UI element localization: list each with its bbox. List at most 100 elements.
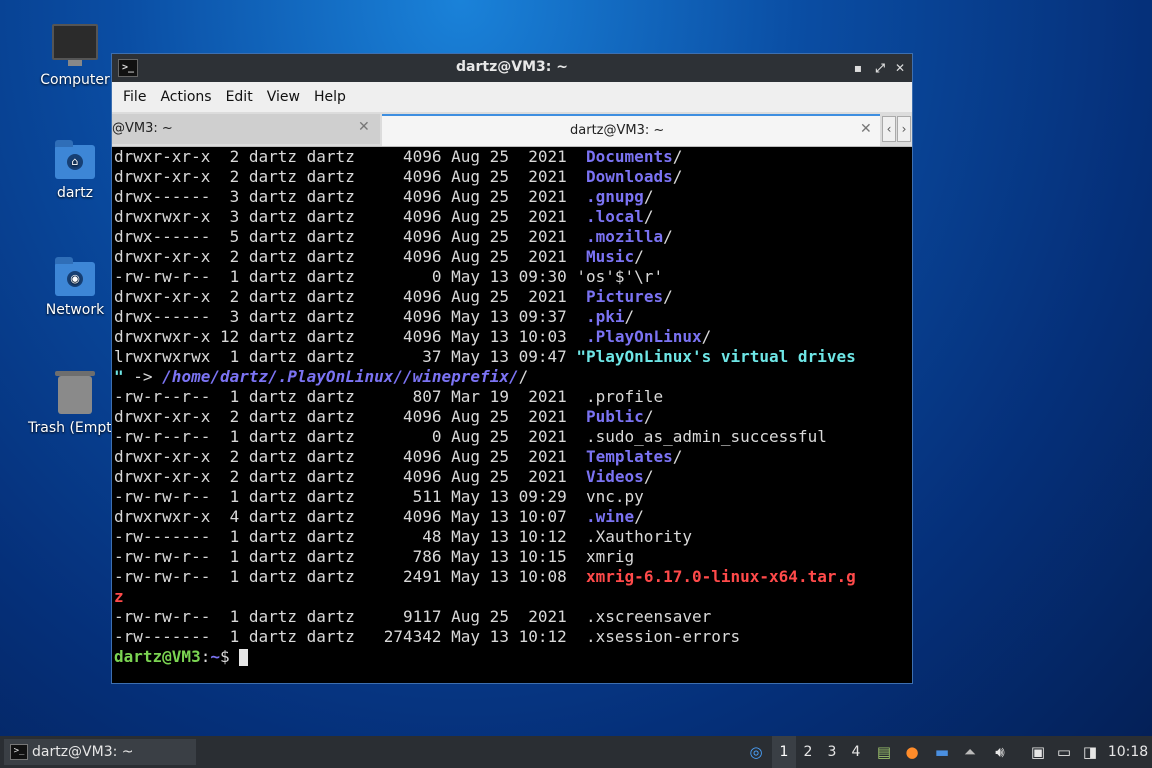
tab-scroll-left-icon[interactable]: ‹ xyxy=(882,116,896,142)
taskbar-window-button[interactable]: >_ dartz@VM3: ~ xyxy=(4,739,196,765)
network-icon[interactable]: ▭ xyxy=(1052,736,1076,768)
terminal-text-segment: -rw-rw-r-- 1 dartz dartz 0 May 13 09:30 … xyxy=(114,267,664,286)
terminal-text-segment: drwxr-xr-x 2 dartz dartz 4096 Aug 25 202… xyxy=(114,287,587,306)
terminal-text-segment: Pictures xyxy=(586,287,664,306)
tab-close-icon[interactable]: ✕ xyxy=(860,121,872,137)
terminal-line: drwxrwxr-x 12 dartz dartz 4096 May 13 10… xyxy=(114,327,910,347)
menu-bar: File Actions Edit View Help xyxy=(112,82,912,112)
terminal-line: -rw-rw-r-- 1 dartz dartz 2491 May 13 10:… xyxy=(114,567,910,587)
terminal-text-segment: Music xyxy=(586,247,635,266)
terminal-text-segment: drwxrwxr-x 4 dartz dartz 4096 May 13 10:… xyxy=(114,507,587,526)
workspace-1[interactable]: 1 xyxy=(772,736,796,768)
taskbar: >_ dartz@VM3: ~ ◎ 1 2 3 4 ▤ ● ▬ ⏶ 🔊︎ ▣ ▭… xyxy=(0,736,1152,768)
terminal-text-segment: / xyxy=(634,507,644,526)
menu-view[interactable]: View xyxy=(260,89,307,105)
terminal-line: drwxrwxr-x 3 dartz dartz 4096 Aug 25 202… xyxy=(114,207,910,227)
terminal-text-segment: .wine xyxy=(586,507,635,526)
terminal-text-segment: -rw-rw-r-- 1 dartz dartz 9117 Aug 25 202… xyxy=(114,607,712,626)
prompt-symbol: $ xyxy=(219,647,240,666)
volume-icon[interactable]: 🔊︎ xyxy=(988,736,1012,768)
desktop-icon-network[interactable]: ◉ Network xyxy=(30,257,120,318)
terminal-line: z xyxy=(114,587,910,607)
desktop-icon-label: Network xyxy=(45,302,105,318)
prompt-colon: : xyxy=(200,647,211,666)
desktop-icon-computer[interactable]: Computer xyxy=(30,24,120,88)
terminal-text-segment: drwx------ 3 dartz dartz 4096 May 13 09:… xyxy=(114,307,587,326)
terminal-text-segment: " xyxy=(114,367,124,386)
maximize-icon[interactable]: ⤢ xyxy=(872,60,888,76)
network-folder-icon: ◉ xyxy=(55,257,95,296)
clock[interactable]: 10:18 xyxy=(1106,736,1150,768)
terminal-line: drwxr-xr-x 2 dartz dartz 4096 Aug 25 202… xyxy=(114,167,910,187)
tab-active[interactable]: dartz@VM3: ~ ✕ xyxy=(382,114,880,146)
terminal-prompt: dartz@VM3:~$ xyxy=(114,647,910,667)
terminal-line: lrwxrwxrwx 1 dartz dartz 37 May 13 09:47… xyxy=(114,347,910,367)
prompt-user: dartz@VM3 xyxy=(114,647,201,666)
file-manager-icon[interactable]: ▤ xyxy=(872,736,896,768)
terminal-line: drwx------ 3 dartz dartz 4096 May 13 09:… xyxy=(114,307,910,327)
terminal-text-segment: lrwxrwxrwx 1 dartz dartz 37 May 13 09:47 xyxy=(114,347,577,366)
terminal-text-segment: -rw-rw-r-- 1 dartz dartz 786 May 13 10:1… xyxy=(114,547,635,566)
menu-help[interactable]: Help xyxy=(307,89,353,105)
trash-icon xyxy=(55,371,95,414)
show-desktop-icon[interactable]: ▬ xyxy=(930,736,954,768)
terminal-text-segment: Videos xyxy=(586,467,644,486)
terminal-text-segment: drwxrwxr-x 12 dartz dartz 4096 May 13 10… xyxy=(114,327,587,346)
terminal-text-segment: drwxr-xr-x 2 dartz dartz 4096 Aug 25 202… xyxy=(114,407,587,426)
firefox-icon[interactable]: ● xyxy=(900,736,924,768)
terminal-line: -rw-rw-r-- 1 dartz dartz 511 May 13 09:2… xyxy=(114,487,910,507)
terminal-text-segment: drwxr-xr-x 2 dartz dartz 4096 Aug 25 202… xyxy=(114,147,587,166)
tab-close-icon[interactable]: ✕ xyxy=(358,119,370,135)
terminal-text-segment: / xyxy=(701,327,712,346)
tab-scroll-right-icon[interactable]: › xyxy=(897,116,911,142)
terminal-text-segment: / xyxy=(672,147,683,166)
terminal-text-segment: /home/dartz/.PlayOnLinux//wineprefix/ xyxy=(162,367,519,386)
app-launcher-icon[interactable]: ◎ xyxy=(744,736,768,768)
desktop-icon-label: Computer xyxy=(40,72,110,88)
terminal-line: drwxr-xr-x 2 dartz dartz 4096 Aug 25 202… xyxy=(114,447,910,467)
updates-icon[interactable]: ⏶ xyxy=(958,736,982,768)
terminal-text-segment: .gnupg xyxy=(586,187,644,206)
terminal-text-segment: -rw-r--r-- 1 dartz dartz 807 Mar 19 2021… xyxy=(114,387,664,406)
terminal-text-segment: -rw-r--r-- 1 dartz dartz 0 Aug 25 2021 .… xyxy=(114,427,827,446)
terminal-line: " -> /home/dartz/.PlayOnLinux//wineprefi… xyxy=(114,367,910,387)
terminal-text-segment: / xyxy=(643,207,654,226)
terminal-text-segment: / xyxy=(643,407,654,426)
terminal-text-segment: drwxr-xr-x 2 dartz dartz 4096 Aug 25 202… xyxy=(114,247,587,266)
terminal-text-segment: .mozilla xyxy=(586,227,664,246)
terminal-text-segment: z xyxy=(114,587,124,606)
terminal-line: drwxr-xr-x 2 dartz dartz 4096 Aug 25 202… xyxy=(114,247,910,267)
terminal-text-segment: / xyxy=(663,227,673,246)
terminal-text-segment: / xyxy=(643,187,654,206)
window-title: dartz@VM3: ~ xyxy=(456,59,568,75)
menu-file[interactable]: File xyxy=(116,89,153,105)
terminal-output[interactable]: drwxr-xr-x 2 dartz dartz 4096 Aug 25 202… xyxy=(114,147,910,681)
tab-inactive[interactable]: @VM3: ~ ✕ xyxy=(112,114,380,144)
terminal-text-segment: drwxr-xr-x 2 dartz dartz 4096 Aug 25 202… xyxy=(114,167,587,186)
terminal-line: -rw-rw-r-- 1 dartz dartz 9117 Aug 25 202… xyxy=(114,607,910,627)
menu-actions[interactable]: Actions xyxy=(153,89,218,105)
terminal-text-segment: / xyxy=(663,287,673,306)
desktop-icon-home[interactable]: ⌂ dartz xyxy=(30,140,120,201)
minimize-icon[interactable]: ▪ xyxy=(850,60,866,76)
terminal-text-segment: / xyxy=(672,447,683,466)
workspace-4[interactable]: 4 xyxy=(844,736,868,768)
terminal-text-segment: Templates xyxy=(586,447,673,466)
terminal-line: -rw-rw-r-- 1 dartz dartz 0 May 13 09:30 … xyxy=(114,267,910,287)
terminal-line: drwxr-xr-x 2 dartz dartz 4096 Aug 25 202… xyxy=(114,467,910,487)
workspace-3[interactable]: 3 xyxy=(820,736,844,768)
desktop-icon-trash[interactable]: Trash (Empt xyxy=(28,371,120,436)
terminal-text-segment: drwxrwxr-x 3 dartz dartz 4096 Aug 25 202… xyxy=(114,207,587,226)
clipboard-icon[interactable]: ▣ xyxy=(1026,736,1050,768)
desktop-icon-label: Trash (Empt xyxy=(28,420,112,436)
terminal-line: drwxrwxr-x 4 dartz dartz 4096 May 13 10:… xyxy=(114,507,910,527)
window-titlebar[interactable]: >_ dartz@VM3: ~ ▪ ⤢ ✕ xyxy=(112,54,912,82)
close-icon[interactable]: ✕ xyxy=(892,60,908,76)
terminal-text-segment: Public xyxy=(586,407,644,426)
workspace-2[interactable]: 2 xyxy=(796,736,820,768)
tab-bar: @VM3: ~ ✕ dartz@VM3: ~ ✕ ‹ › xyxy=(112,112,912,147)
menu-edit[interactable]: Edit xyxy=(219,89,260,105)
terminal-line: drwxr-xr-x 2 dartz dartz 4096 Aug 25 202… xyxy=(114,147,910,167)
notification-icon[interactable]: ◨ xyxy=(1078,736,1102,768)
prompt-path: ~ xyxy=(210,647,220,666)
